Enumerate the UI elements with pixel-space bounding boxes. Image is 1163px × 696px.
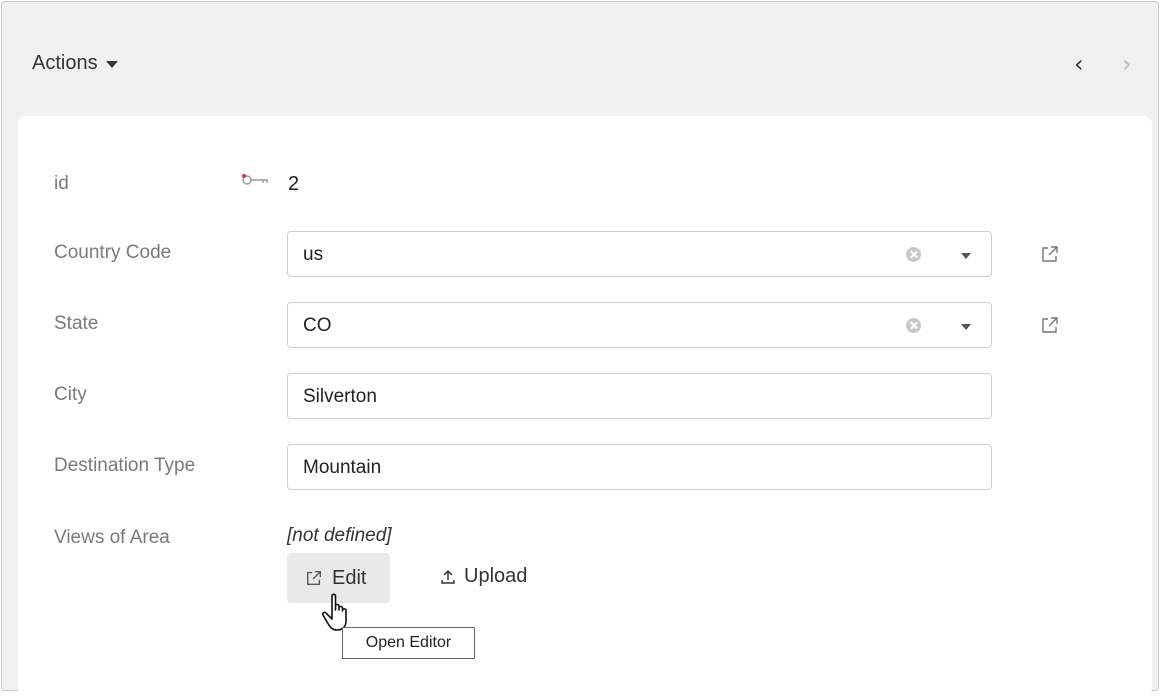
chevron-down-icon[interactable] <box>961 324 971 330</box>
key-icon <box>242 174 268 185</box>
chevron-down-icon[interactable] <box>961 253 971 259</box>
country-code-value: us <box>303 244 324 265</box>
id-value: 2 <box>288 173 300 195</box>
state-value: CO <box>303 315 332 336</box>
actions-label: Actions <box>32 52 98 74</box>
destination-type-label: Destination Type <box>54 455 196 476</box>
state-label: State <box>54 313 99 334</box>
external-link-icon[interactable] <box>1040 315 1060 335</box>
views-of-area-value: [not defined] <box>287 525 392 546</box>
views-of-area-label: Views of Area <box>54 527 170 548</box>
next-record-button[interactable]: › <box>1122 52 1132 76</box>
city-input[interactable]: Silverton <box>287 373 992 419</box>
id-label: id <box>54 173 69 194</box>
edit-label: Edit <box>332 566 367 589</box>
country-code-label: Country Code <box>54 242 172 263</box>
external-link-icon[interactable] <box>1040 244 1060 264</box>
tooltip-open-editor: Open Editor <box>342 627 475 659</box>
upload-icon <box>441 569 455 584</box>
caret-down-icon <box>105 61 118 68</box>
city-label: City <box>54 384 87 405</box>
clear-icon[interactable] <box>906 318 921 333</box>
country-code-select[interactable]: us <box>287 231 992 277</box>
upload-label: Upload <box>464 565 528 587</box>
clear-icon[interactable] <box>906 247 921 262</box>
state-select[interactable]: CO <box>287 302 992 348</box>
upload-button[interactable]: Upload <box>440 565 527 588</box>
actions-menu[interactable]: Actions <box>32 52 118 75</box>
prev-record-button[interactable]: ‹ <box>1074 52 1084 76</box>
external-link-icon <box>307 571 321 585</box>
city-value: Silverton <box>303 386 377 407</box>
destination-type-value: Mountain <box>303 457 382 478</box>
destination-type-input[interactable]: Mountain <box>287 444 992 490</box>
